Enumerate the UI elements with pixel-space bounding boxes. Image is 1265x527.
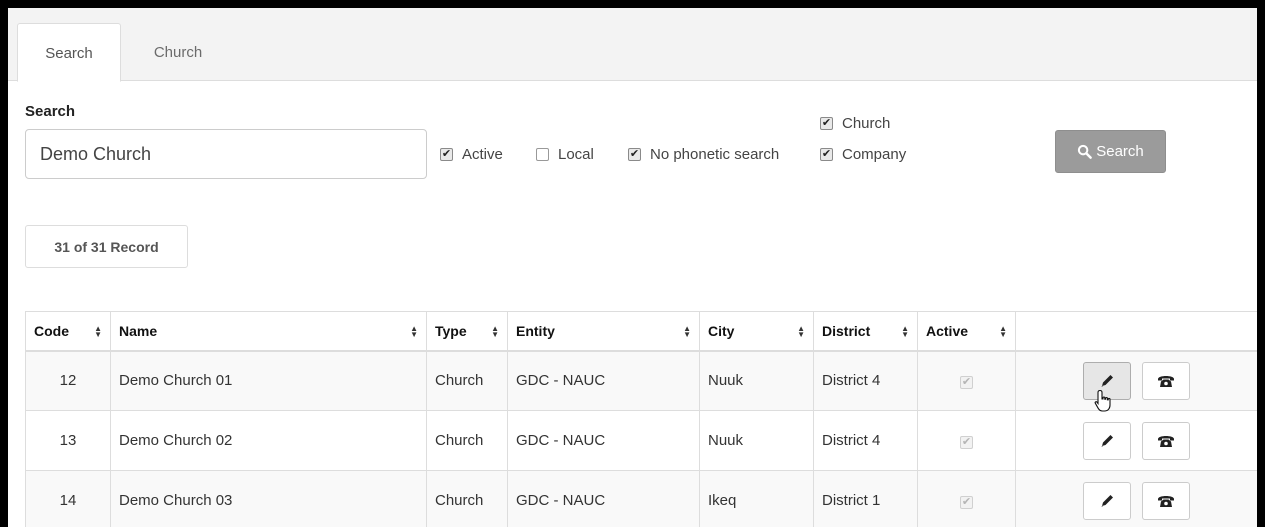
active-checkbox-label: Active — [462, 146, 503, 163]
search-label: Search — [25, 103, 76, 120]
tab-church[interactable]: Church — [130, 23, 226, 81]
church-checkbox-label: Church — [842, 115, 891, 132]
phone-icon — [1157, 435, 1174, 447]
table-header-row: Code ▲ ▼ Name ▲ ▼ Type ▲ ▼ Entity ▲ ▼ City ▲ ▼ Dis… — [25, 311, 1257, 352]
column-header-entity[interactable]: Entity ▲ ▼ — [507, 311, 700, 352]
column-header-district[interactable]: District ▲ ▼ — [813, 311, 918, 352]
cell-district: District 4 — [813, 410, 918, 471]
table-row[interactable]: 13 Demo Church 02 Church GDC - NAUC Nuuk… — [25, 410, 1257, 471]
active-checkbox[interactable]: ✔ Active — [440, 146, 503, 163]
search-icon — [1078, 144, 1093, 159]
edit-button[interactable] — [1083, 421, 1132, 460]
checkbox-icon[interactable]: ✔ — [820, 117, 833, 130]
column-header-actions — [1015, 311, 1257, 352]
pencil-icon — [1101, 374, 1114, 387]
cell-actions — [1015, 470, 1257, 527]
cell-actions — [1015, 350, 1257, 411]
cell-active: ✔ — [917, 410, 1016, 471]
pencil-icon — [1101, 494, 1114, 507]
local-checkbox-label: Local — [558, 146, 594, 163]
table-row[interactable]: 14 Demo Church 03 Church GDC - NAUC Ikeq… — [25, 470, 1257, 527]
local-checkbox[interactable]: Local — [536, 146, 594, 163]
sort-icon[interactable]: ▲ ▼ — [797, 324, 805, 338]
search-button[interactable]: Search — [1055, 130, 1166, 173]
cell-code: 12 — [25, 350, 111, 411]
column-header-name[interactable]: Name ▲ ▼ — [110, 311, 427, 352]
sort-icon[interactable]: ▲ ▼ — [491, 324, 499, 338]
company-checkbox[interactable]: ✔ Company — [820, 146, 906, 163]
checkbox-icon[interactable]: ✔ — [820, 148, 833, 161]
cell-district: District 1 — [813, 470, 918, 527]
tab-search[interactable]: Search — [17, 23, 121, 82]
sort-icon[interactable]: ▲ ▼ — [901, 324, 909, 338]
cell-city: Ikeq — [699, 470, 814, 527]
phone-icon — [1157, 375, 1174, 387]
cell-type: Church — [426, 350, 508, 411]
phone-icon — [1157, 495, 1174, 507]
sort-icon[interactable]: ▲ ▼ — [683, 324, 691, 338]
active-checkbox-readonly: ✔ — [960, 496, 973, 509]
cell-active: ✔ — [917, 350, 1016, 411]
cell-code: 13 — [25, 410, 111, 471]
tab-bar: Search Church — [8, 8, 1257, 82]
results-table: Code ▲ ▼ Name ▲ ▼ Type ▲ ▼ Entity ▲ ▼ City ▲ ▼ Dis… — [25, 311, 1257, 527]
no-phonetic-search-checkbox[interactable]: ✔ No phonetic search — [628, 146, 779, 163]
edit-button[interactable] — [1083, 361, 1132, 400]
checkbox-icon[interactable]: ✔ — [440, 148, 453, 161]
cell-entity: GDC - NAUC — [507, 470, 700, 527]
company-checkbox-label: Company — [842, 146, 907, 163]
phone-button[interactable] — [1141, 361, 1190, 400]
search-input[interactable] — [25, 129, 427, 179]
column-header-type[interactable]: Type ▲ ▼ — [426, 311, 508, 352]
edit-button[interactable] — [1083, 481, 1132, 520]
active-checkbox-readonly: ✔ — [960, 436, 973, 449]
cell-entity: GDC - NAUC — [507, 350, 700, 411]
column-header-city[interactable]: City ▲ ▼ — [699, 311, 814, 352]
column-header-active[interactable]: Active ▲ ▼ — [917, 311, 1016, 352]
cell-name: Demo Church 02 — [110, 410, 427, 471]
no-phonetic-search-label: No phonetic search — [650, 146, 780, 163]
cell-entity: GDC - NAUC — [507, 410, 700, 471]
sort-icon[interactable]: ▲ ▼ — [410, 324, 418, 338]
active-checkbox-readonly: ✔ — [960, 376, 973, 390]
app-frame: Search Church Search ✔ Active Local ✔ No… — [8, 8, 1257, 527]
cell-actions — [1015, 410, 1257, 471]
checkbox-icon[interactable]: ✔ — [628, 148, 641, 161]
sort-icon[interactable]: ▲ ▼ — [94, 324, 102, 338]
search-button-label: Search — [1096, 143, 1144, 160]
phone-button[interactable] — [1141, 481, 1190, 520]
pencil-icon — [1101, 434, 1114, 447]
cell-type: Church — [426, 470, 508, 527]
church-checkbox[interactable]: ✔ Church — [820, 115, 890, 132]
cell-city: Nuuk — [699, 350, 814, 411]
column-header-code[interactable]: Code ▲ ▼ — [25, 311, 111, 352]
cell-city: Nuuk — [699, 410, 814, 471]
phone-button[interactable] — [1141, 421, 1190, 460]
record-count-badge: 31 of 31 Record — [25, 225, 188, 268]
table-row[interactable]: 12 Demo Church 01 Church GDC - NAUC Nuuk… — [25, 350, 1257, 411]
sort-icon[interactable]: ▲ ▼ — [999, 324, 1007, 338]
cell-name: Demo Church 03 — [110, 470, 427, 527]
cell-district: District 4 — [813, 350, 918, 411]
cell-code: 14 — [25, 470, 111, 527]
cell-name: Demo Church 01 — [110, 350, 427, 411]
checkbox-icon[interactable] — [536, 148, 549, 161]
cell-type: Church — [426, 410, 508, 471]
cell-active: ✔ — [917, 470, 1016, 527]
